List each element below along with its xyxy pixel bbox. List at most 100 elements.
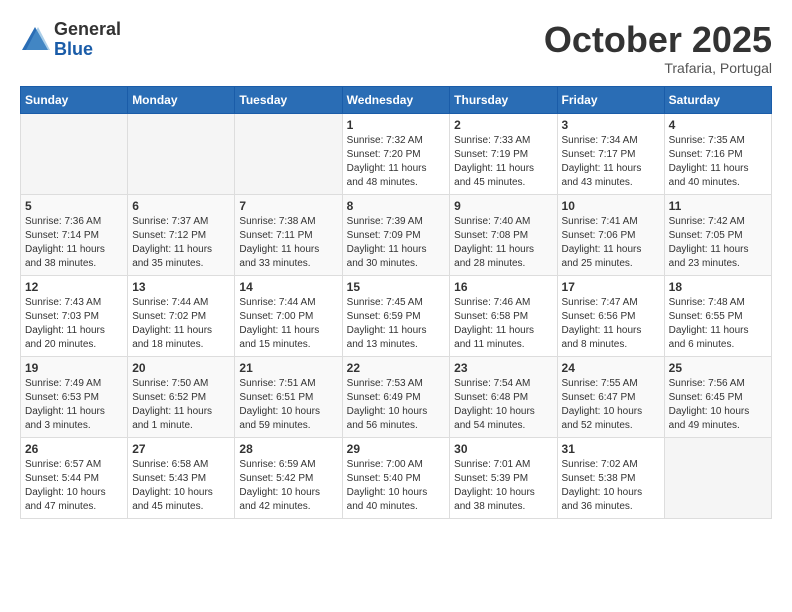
calendar-week-1: 1Sunrise: 7:32 AM Sunset: 7:20 PM Daylig… xyxy=(21,113,772,194)
calendar-cell: 9Sunrise: 7:40 AM Sunset: 7:08 PM Daylig… xyxy=(450,194,557,275)
day-info: Sunrise: 6:57 AM Sunset: 5:44 PM Dayligh… xyxy=(25,458,123,514)
calendar-cell: 26 Sunrise: 6:57 AM Sunset: 5:44 PM Dayli… xyxy=(21,437,128,518)
day-number: 28 xyxy=(239,442,337,456)
day-number: 11 xyxy=(669,199,767,213)
day-info: Sunrise: 7:43 AM Sunset: 7:03 PM Dayligh… xyxy=(25,296,123,352)
day-number: 6 xyxy=(132,199,230,213)
calendar-week-5: 26 Sunrise: 6:57 AM Sunset: 5:44 PM Dayli… xyxy=(21,437,772,518)
day-info: Sunrise: 7:35 AM Sunset: 7:16 PM Dayligh… xyxy=(669,134,767,190)
day-number: 30 xyxy=(454,442,552,456)
day-number: 5 xyxy=(25,199,123,213)
day-number: 25 xyxy=(669,361,767,375)
day-header-saturday: Saturday xyxy=(664,86,771,113)
day-number: 10 xyxy=(562,199,660,213)
calendar-cell: 10Sunrise: 7:41 AM Sunset: 7:06 PM Dayli… xyxy=(557,194,664,275)
calendar-cell: 7 Sunrise: 7:38 AM Sunset: 7:11 PM Daylig… xyxy=(235,194,342,275)
day-info: Sunrise: 7:01 AM Sunset: 5:39 PM Dayligh… xyxy=(454,458,552,514)
day-number: 24 xyxy=(562,361,660,375)
calendar-cell: 24 Sunrise: 7:55 AM Sunset: 6:47 PM Dayli… xyxy=(557,356,664,437)
day-info: Sunrise: 7:42 AM Sunset: 7:05 PM Dayligh… xyxy=(669,215,767,271)
day-info: Sunrise: 7:55 AM Sunset: 6:47 PM Dayligh… xyxy=(562,377,660,433)
day-header-friday: Friday xyxy=(557,86,664,113)
calendar-week-3: 12 Sunrise: 7:43 AM Sunset: 7:03 PM Dayli… xyxy=(21,275,772,356)
calendar-cell: 5 Sunrise: 7:36 AM Sunset: 7:14 PM Daylig… xyxy=(21,194,128,275)
day-info: Sunrise: 7:38 AM Sunset: 7:11 PM Dayligh… xyxy=(239,215,337,271)
day-number: 26 xyxy=(25,442,123,456)
day-number: 21 xyxy=(239,361,337,375)
calendar-cell: 14Sunrise: 7:44 AM Sunset: 7:00 PM Dayli… xyxy=(235,275,342,356)
calendar-cell: 25 Sunrise: 7:56 AM Sunset: 6:45 PM Dayli… xyxy=(664,356,771,437)
calendar-cell: 2 Sunrise: 7:33 AM Sunset: 7:19 PM Daylig… xyxy=(450,113,557,194)
calendar-cell: 4 Sunrise: 7:35 AM Sunset: 7:16 PM Daylig… xyxy=(664,113,771,194)
calendar-table: SundayMondayTuesdayWednesdayThursdayFrid… xyxy=(20,86,772,519)
day-number: 8 xyxy=(347,199,446,213)
day-number: 22 xyxy=(347,361,446,375)
day-info: Sunrise: 7:39 AM Sunset: 7:09 PM Dayligh… xyxy=(347,215,446,271)
title-block: October 2025 Trafaria, Portugal xyxy=(544,20,772,76)
calendar-cell: 17Sunrise: 7:47 AM Sunset: 6:56 PM Dayli… xyxy=(557,275,664,356)
day-info: Sunrise: 7:50 AM Sunset: 6:52 PM Dayligh… xyxy=(132,377,230,433)
calendar-cell: 3 Sunrise: 7:34 AM Sunset: 7:17 PM Daylig… xyxy=(557,113,664,194)
day-info: Sunrise: 6:59 AM Sunset: 5:42 PM Dayligh… xyxy=(239,458,337,514)
day-info: Sunrise: 7:49 AM Sunset: 6:53 PM Dayligh… xyxy=(25,377,123,433)
day-header-monday: Monday xyxy=(128,86,235,113)
calendar-cell: 23 Sunrise: 7:54 AM Sunset: 6:48 PM Dayli… xyxy=(450,356,557,437)
day-info: Sunrise: 7:54 AM Sunset: 6:48 PM Dayligh… xyxy=(454,377,552,433)
day-number: 18 xyxy=(669,280,767,294)
day-number: 2 xyxy=(454,118,552,132)
calendar-cell: 20 Sunrise: 7:50 AM Sunset: 6:52 PM Dayli… xyxy=(128,356,235,437)
day-number: 3 xyxy=(562,118,660,132)
day-info: Sunrise: 7:40 AM Sunset: 7:08 PM Dayligh… xyxy=(454,215,552,271)
logo-blue: Blue xyxy=(54,40,121,60)
calendar-cell: 19Sunrise: 7:49 AM Sunset: 6:53 PM Dayli… xyxy=(21,356,128,437)
day-info: Sunrise: 7:44 AM Sunset: 7:00 PM Dayligh… xyxy=(239,296,337,352)
calendar-cell: 8 Sunrise: 7:39 AM Sunset: 7:09 PM Daylig… xyxy=(342,194,450,275)
day-info: Sunrise: 7:44 AM Sunset: 7:02 PM Dayligh… xyxy=(132,296,230,352)
day-info: Sunrise: 7:45 AM Sunset: 6:59 PM Dayligh… xyxy=(347,296,446,352)
month-title: October 2025 xyxy=(544,20,772,60)
day-info: Sunrise: 7:48 AM Sunset: 6:55 PM Dayligh… xyxy=(669,296,767,352)
day-number: 7 xyxy=(239,199,337,213)
day-number: 20 xyxy=(132,361,230,375)
day-number: 29 xyxy=(347,442,446,456)
day-number: 1 xyxy=(347,118,446,132)
calendar-cell: 15 Sunrise: 7:45 AM Sunset: 6:59 PM Dayli… xyxy=(342,275,450,356)
calendar-header-row: SundayMondayTuesdayWednesdayThursdayFrid… xyxy=(21,86,772,113)
day-info: Sunrise: 7:34 AM Sunset: 7:17 PM Dayligh… xyxy=(562,134,660,190)
day-info: Sunrise: 7:37 AM Sunset: 7:12 PM Dayligh… xyxy=(132,215,230,271)
calendar-cell: 13 Sunrise: 7:44 AM Sunset: 7:02 PM Dayli… xyxy=(128,275,235,356)
day-number: 4 xyxy=(669,118,767,132)
calendar-week-4: 19Sunrise: 7:49 AM Sunset: 6:53 PM Dayli… xyxy=(21,356,772,437)
day-number: 27 xyxy=(132,442,230,456)
day-header-wednesday: Wednesday xyxy=(342,86,450,113)
day-header-thursday: Thursday xyxy=(450,86,557,113)
day-info: Sunrise: 7:33 AM Sunset: 7:19 PM Dayligh… xyxy=(454,134,552,190)
logo-general: General xyxy=(54,20,121,40)
location: Trafaria, Portugal xyxy=(544,60,772,76)
calendar-cell: 6 Sunrise: 7:37 AM Sunset: 7:12 PM Daylig… xyxy=(128,194,235,275)
day-header-sunday: Sunday xyxy=(21,86,128,113)
day-info: Sunrise: 6:58 AM Sunset: 5:43 PM Dayligh… xyxy=(132,458,230,514)
calendar-cell: 29 Sunrise: 7:00 AM Sunset: 5:40 PM Dayli… xyxy=(342,437,450,518)
calendar-cell xyxy=(21,113,128,194)
logo-text: General Blue xyxy=(54,20,121,60)
calendar-cell: 1Sunrise: 7:32 AM Sunset: 7:20 PM Daylig… xyxy=(342,113,450,194)
day-info: Sunrise: 7:47 AM Sunset: 6:56 PM Dayligh… xyxy=(562,296,660,352)
page-header: General Blue October 2025 Trafaria, Port… xyxy=(20,20,772,76)
day-info: Sunrise: 7:00 AM Sunset: 5:40 PM Dayligh… xyxy=(347,458,446,514)
logo: General Blue xyxy=(20,20,121,60)
calendar-cell: 21Sunrise: 7:51 AM Sunset: 6:51 PM Dayli… xyxy=(235,356,342,437)
calendar-cell: 31Sunrise: 7:02 AM Sunset: 5:38 PM Dayli… xyxy=(557,437,664,518)
day-number: 23 xyxy=(454,361,552,375)
day-number: 13 xyxy=(132,280,230,294)
calendar-cell: 30 Sunrise: 7:01 AM Sunset: 5:39 PM Dayli… xyxy=(450,437,557,518)
day-info: Sunrise: 7:36 AM Sunset: 7:14 PM Dayligh… xyxy=(25,215,123,271)
day-number: 12 xyxy=(25,280,123,294)
calendar-cell xyxy=(128,113,235,194)
calendar-cell: 11 Sunrise: 7:42 AM Sunset: 7:05 PM Dayli… xyxy=(664,194,771,275)
calendar-cell: 12 Sunrise: 7:43 AM Sunset: 7:03 PM Dayli… xyxy=(21,275,128,356)
day-number: 16 xyxy=(454,280,552,294)
calendar-cell xyxy=(235,113,342,194)
day-number: 15 xyxy=(347,280,446,294)
day-info: Sunrise: 7:56 AM Sunset: 6:45 PM Dayligh… xyxy=(669,377,767,433)
